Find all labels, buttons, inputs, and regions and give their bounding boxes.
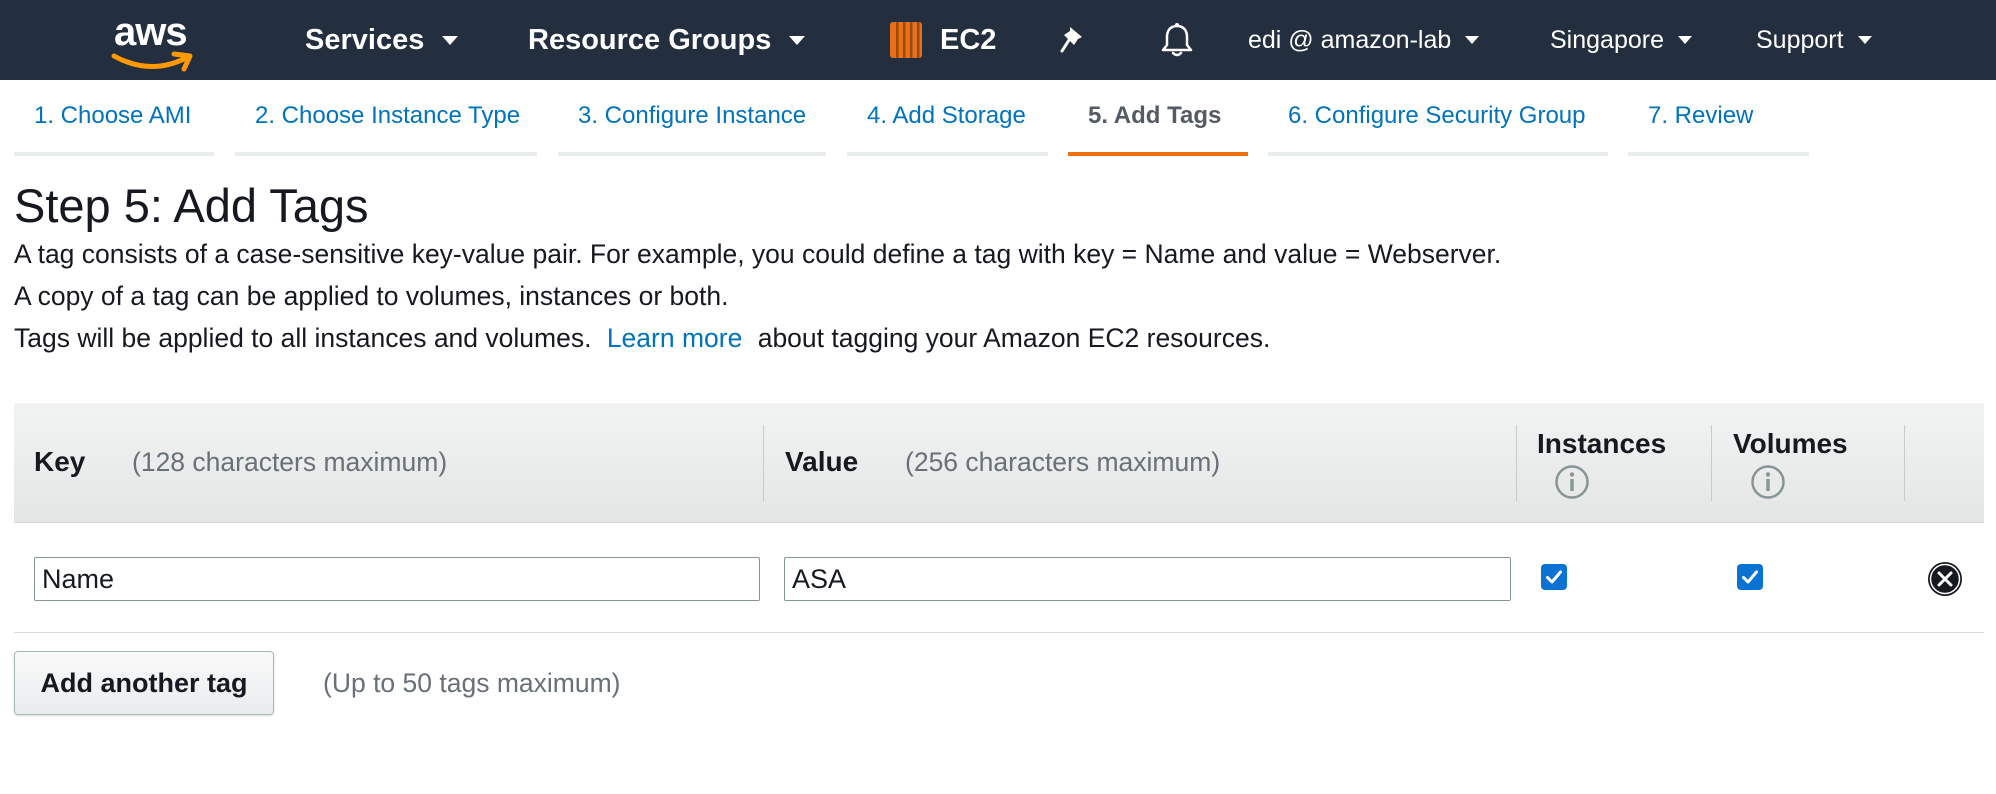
tab-review[interactable]: 7. Review — [1628, 80, 1809, 156]
tag-value-input[interactable] — [784, 557, 1511, 601]
chevron-down-icon — [1857, 36, 1872, 44]
wizard-steps: 1. Choose AMI 2. Choose Instance Type 3.… — [0, 80, 1996, 156]
bell-icon — [1161, 23, 1193, 57]
tab-choose-ami[interactable]: 1. Choose AMI — [14, 80, 214, 156]
row-divider — [14, 632, 1984, 633]
ec2-label: EC2 — [940, 23, 997, 56]
tab-label: 5. Add Tags — [1088, 102, 1222, 129]
remove-tag-icon[interactable] — [1927, 561, 1963, 597]
tab-add-tags[interactable]: 5. Add Tags — [1068, 80, 1248, 156]
region-menu[interactable]: Singapore — [1550, 0, 1692, 80]
resource-groups-label: Resource Groups — [528, 23, 772, 56]
aws-logo[interactable]: aws — [108, 10, 198, 72]
instances-column-header: Instances — [1537, 428, 1667, 459]
info-icon[interactable] — [1554, 464, 1590, 500]
ec2-icon — [890, 22, 922, 58]
learn-more-link[interactable]: Learn more — [607, 323, 743, 353]
tag-key-input[interactable] — [34, 557, 760, 601]
column-divider — [1904, 425, 1905, 501]
description-text: about tagging your Amazon EC2 resources. — [757, 323, 1271, 353]
page-title: Step 5: Add Tags — [14, 179, 369, 232]
services-label: Services — [305, 23, 425, 56]
checkmark-icon — [1546, 570, 1562, 584]
tab-label: 3. Configure Instance — [578, 102, 807, 129]
description-line-1: A tag consists of a case-sensitive key-v… — [14, 239, 1502, 269]
chevron-down-icon — [789, 35, 806, 45]
top-navigation-bar: aws Services Resource Groups EC2 edi @ a… — [0, 0, 1996, 80]
description-line-2: A copy of a tag can be applied to volume… — [14, 281, 729, 311]
value-column-hint: (256 characters maximum) — [905, 447, 1221, 477]
tags-limit-hint: (Up to 50 tags maximum) — [323, 668, 621, 698]
region-label: Singapore — [1550, 25, 1664, 54]
tab-configure-security-group[interactable]: 6. Configure Security Group — [1268, 80, 1608, 156]
tab-choose-instance-type[interactable]: 2. Choose Instance Type — [235, 80, 537, 156]
description-text: Tags will be applied to all instances an… — [14, 323, 592, 353]
tab-label: 4. Add Storage — [867, 102, 1026, 129]
chevron-down-icon — [442, 35, 459, 45]
aws-wordmark: aws — [114, 10, 188, 54]
tab-add-storage[interactable]: 4. Add Storage — [847, 80, 1048, 156]
account-menu[interactable]: edi @ amazon-lab — [1248, 0, 1480, 80]
column-divider — [1711, 425, 1712, 501]
checkmark-icon — [1742, 570, 1758, 584]
instances-checkbox[interactable] — [1541, 564, 1567, 590]
ec2-service-shortcut[interactable]: EC2 — [888, 0, 996, 80]
support-menu[interactable]: Support — [1756, 0, 1872, 80]
add-another-tag-button[interactable]: Add another tag — [14, 651, 274, 715]
services-menu[interactable]: Services — [305, 0, 459, 80]
tab-label: 2. Choose Instance Type — [255, 102, 521, 129]
notifications-button[interactable] — [1160, 0, 1194, 80]
description-line-3: Tags will be applied to all instances an… — [14, 323, 1270, 354]
pin-icon — [1060, 27, 1082, 53]
volumes-column-header: Volumes — [1733, 428, 1848, 459]
volumes-checkbox[interactable] — [1737, 564, 1763, 590]
column-divider — [763, 425, 764, 501]
account-label: edi @ amazon-lab — [1248, 25, 1452, 54]
pin-button[interactable] — [1060, 0, 1088, 80]
chevron-down-icon — [1677, 36, 1692, 44]
value-column-header: Value — [785, 446, 859, 477]
tab-configure-instance[interactable]: 3. Configure Instance — [558, 80, 826, 156]
info-icon[interactable] — [1750, 464, 1786, 500]
key-column-header: Key — [34, 446, 86, 477]
tab-label: 1. Choose AMI — [34, 102, 192, 129]
support-label: Support — [1756, 25, 1844, 54]
column-divider — [1516, 425, 1517, 501]
resource-groups-menu[interactable]: Resource Groups — [528, 0, 806, 80]
tab-label: 7. Review — [1648, 102, 1754, 129]
tags-table-header: Key (128 characters maximum) Value (256 … — [14, 403, 1984, 523]
aws-smile-icon — [111, 51, 193, 72]
chevron-down-icon — [1465, 36, 1480, 44]
tab-label: 6. Configure Security Group — [1288, 102, 1586, 129]
key-column-hint: (128 characters maximum) — [132, 447, 448, 477]
